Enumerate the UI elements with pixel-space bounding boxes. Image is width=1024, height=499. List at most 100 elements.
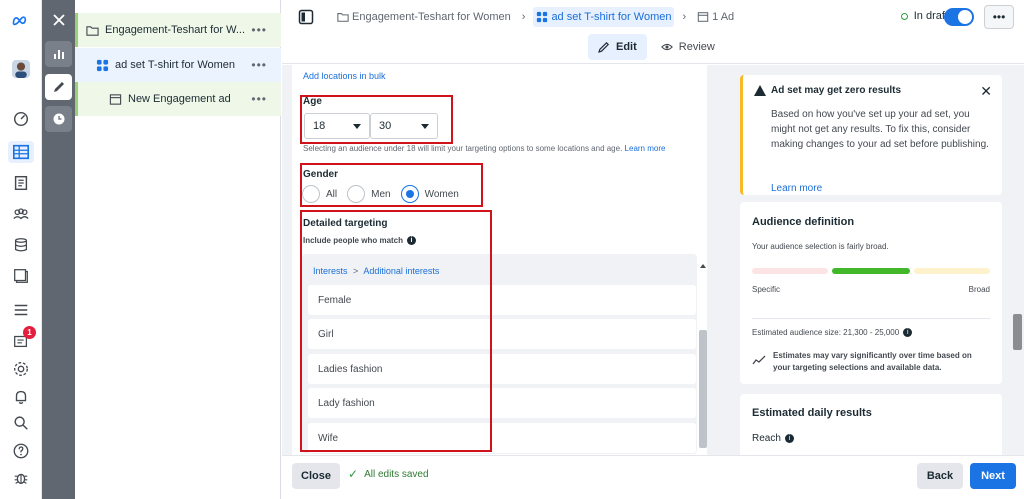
folder-icon: [337, 13, 349, 22]
interest-scrollbar[interactable]: [699, 330, 707, 448]
tree-item-adset[interactable]: ad set T-shirt for Women •••: [75, 48, 281, 82]
audience-definition-title: Audience definition: [752, 216, 855, 228]
audience-card: Add locations in bulk Age 18 30 Selectin…: [292, 65, 707, 455]
zero-results-warning: Ad set may get zero results ✕ Based on h…: [740, 75, 1002, 195]
info-icon[interactable]: i: [784, 434, 794, 443]
targeting-highlight-box: [300, 210, 492, 452]
catalog-icon[interactable]: [8, 265, 34, 287]
trend-icon: [752, 355, 766, 365]
side-panel-scrollbar[interactable]: [1013, 314, 1022, 350]
close-panel-icon[interactable]: [45, 7, 72, 33]
back-button[interactable]: Back: [917, 463, 963, 489]
editor-footer: Close ✓ All edits saved Back Next: [282, 455, 1024, 499]
tree-item-ad[interactable]: New Engagement ad •••: [75, 82, 281, 116]
tab-label: Edit: [616, 41, 637, 53]
help-icon[interactable]: [8, 440, 34, 462]
more-options-icon[interactable]: •••: [251, 23, 267, 37]
app-rail: 1: [0, 0, 42, 499]
adset-grid-icon: [96, 59, 109, 71]
menu-icon[interactable]: [8, 299, 34, 321]
notification-badge: 1: [23, 326, 36, 339]
reach-label: Reach i: [752, 433, 794, 444]
tree-item-label: Engagement-Teshart for W...: [105, 24, 246, 36]
tree-item-label: New Engagement ad: [128, 93, 231, 105]
next-button[interactable]: Next: [970, 463, 1016, 489]
chart-icon[interactable]: [45, 41, 72, 67]
close-icon[interactable]: ✕: [980, 83, 992, 100]
info-icon[interactable]: i: [903, 328, 913, 337]
pencil-icon: [598, 41, 610, 53]
reports-icon[interactable]: [8, 172, 34, 194]
adset-toggle[interactable]: [944, 8, 974, 26]
crumb-label: Engagement-Teshart for Women: [352, 11, 511, 23]
tab-edit[interactable]: Edit: [588, 34, 647, 60]
eye-icon: [660, 43, 673, 51]
crumb-ad[interactable]: 1 Ad: [694, 7, 737, 27]
reach-text: Reach: [752, 433, 781, 444]
ad-icon: [697, 12, 709, 22]
divider: [752, 318, 990, 319]
crumb-adset[interactable]: ad set T-shirt for Women: [533, 7, 675, 27]
status-dot-icon: [900, 12, 908, 20]
crumb-label: 1 Ad: [712, 11, 735, 23]
campaign-tree: Engagement-Teshart for W... ••• ad set T…: [75, 0, 281, 499]
gender-highlight-box: [300, 163, 483, 207]
audience-breadth-meter: [752, 268, 990, 274]
billing-icon[interactable]: [8, 234, 34, 256]
meter-broad-label: Broad: [968, 285, 990, 294]
chevron-right-icon: ›: [682, 11, 687, 23]
audience-definition-card: Audience definition Your audience select…: [740, 202, 1002, 384]
search-icon[interactable]: [8, 412, 34, 434]
chevron-right-icon: ›: [521, 11, 526, 23]
adset-grid-icon: [537, 11, 548, 23]
crumb-label: ad set T-shirt for Women: [551, 11, 672, 23]
save-status: ✓ All edits saved: [348, 467, 429, 481]
save-status-text: All edits saved: [364, 468, 429, 480]
more-options-icon[interactable]: •••: [251, 92, 267, 106]
avatar[interactable]: [10, 58, 32, 80]
tree-item-campaign[interactable]: Engagement-Teshart for W... •••: [75, 13, 281, 47]
more-options-button[interactable]: •••: [984, 5, 1014, 29]
scroll-up-arrow-icon[interactable]: [700, 264, 706, 268]
history-clock-icon[interactable]: [45, 106, 72, 132]
crumb-campaign[interactable]: Engagement-Teshart for Women: [334, 7, 514, 27]
add-locations-bulk-link[interactable]: Add locations in bulk: [303, 71, 386, 81]
age-highlight-box: [300, 95, 453, 144]
status-label: In draft: [913, 10, 948, 22]
meter-specific-label: Specific: [752, 285, 781, 294]
editor-header: Engagement-Teshart for Women › ad set T-…: [282, 0, 1024, 64]
audience-size: Estimated audience size: 21,300 - 25,000…: [752, 328, 913, 337]
side-panel[interactable]: Ad set may get zero results ✕ Based on h…: [718, 65, 1024, 455]
check-icon: ✓: [348, 467, 359, 481]
more-options-icon[interactable]: •••: [251, 58, 267, 72]
tree-item-label: ad set T-shirt for Women: [115, 59, 236, 71]
ads-manager-table-icon[interactable]: [8, 141, 34, 163]
adset-form-area[interactable]: Add locations in bulk Age 18 30 Selectin…: [282, 65, 718, 455]
bug-report-icon[interactable]: [8, 467, 34, 489]
audiences-icon[interactable]: [8, 203, 34, 225]
meta-logo-icon[interactable]: [8, 10, 34, 32]
breadcrumb: Engagement-Teshart for Women › ad set T-…: [296, 6, 737, 28]
settings-gear-icon[interactable]: [8, 358, 34, 380]
notifications-icon[interactable]: 1: [8, 326, 36, 352]
mode-tabs: Edit Review: [588, 34, 729, 60]
meter-active-segment: [832, 268, 910, 274]
learn-more-link[interactable]: Learn more: [771, 183, 822, 194]
bell-icon[interactable]: [8, 386, 34, 408]
ad-icon: [109, 93, 122, 105]
dashboard-icon[interactable]: [8, 108, 34, 130]
close-button[interactable]: Close: [292, 463, 340, 489]
status-badge: In draft: [900, 10, 948, 22]
estimate-note: Estimates may vary significantly over ti…: [773, 351, 972, 372]
tab-review[interactable]: Review: [651, 34, 725, 60]
estimated-daily-results-card: Estimated daily results Reach i: [740, 394, 1002, 455]
audience-size-text: Estimated audience size: 21,300 - 25,000: [752, 328, 900, 337]
edit-pencil-icon[interactable]: [45, 74, 72, 100]
age-hint: Selecting an audience under 18 will limi…: [303, 144, 665, 153]
audience-description: Your audience selection is fairly broad.: [752, 242, 889, 251]
folder-icon: [86, 25, 99, 36]
panel-toggle-icon[interactable]: [296, 7, 316, 27]
learn-more-link[interactable]: Learn more: [625, 144, 666, 153]
meter-broad-segment: [914, 268, 990, 274]
meter-specific-segment: [752, 268, 828, 274]
